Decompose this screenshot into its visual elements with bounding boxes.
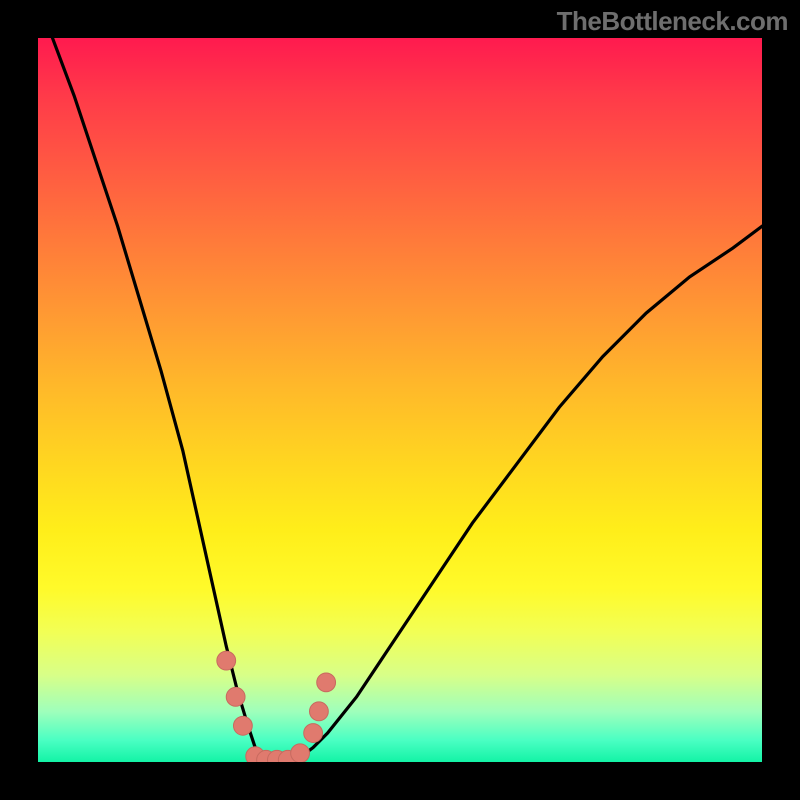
data-marker: [310, 702, 329, 721]
data-marker: [291, 744, 310, 762]
bottleneck-curve: [52, 38, 762, 762]
plot-area: [38, 38, 762, 762]
curve-layer: [38, 38, 762, 762]
data-marker: [317, 673, 336, 692]
data-marker: [217, 651, 236, 670]
chart-frame: TheBottleneck.com: [0, 0, 800, 800]
data-marker: [233, 716, 252, 735]
data-marker: [226, 687, 245, 706]
data-marker: [304, 724, 323, 743]
watermark-text: TheBottleneck.com: [557, 6, 788, 37]
